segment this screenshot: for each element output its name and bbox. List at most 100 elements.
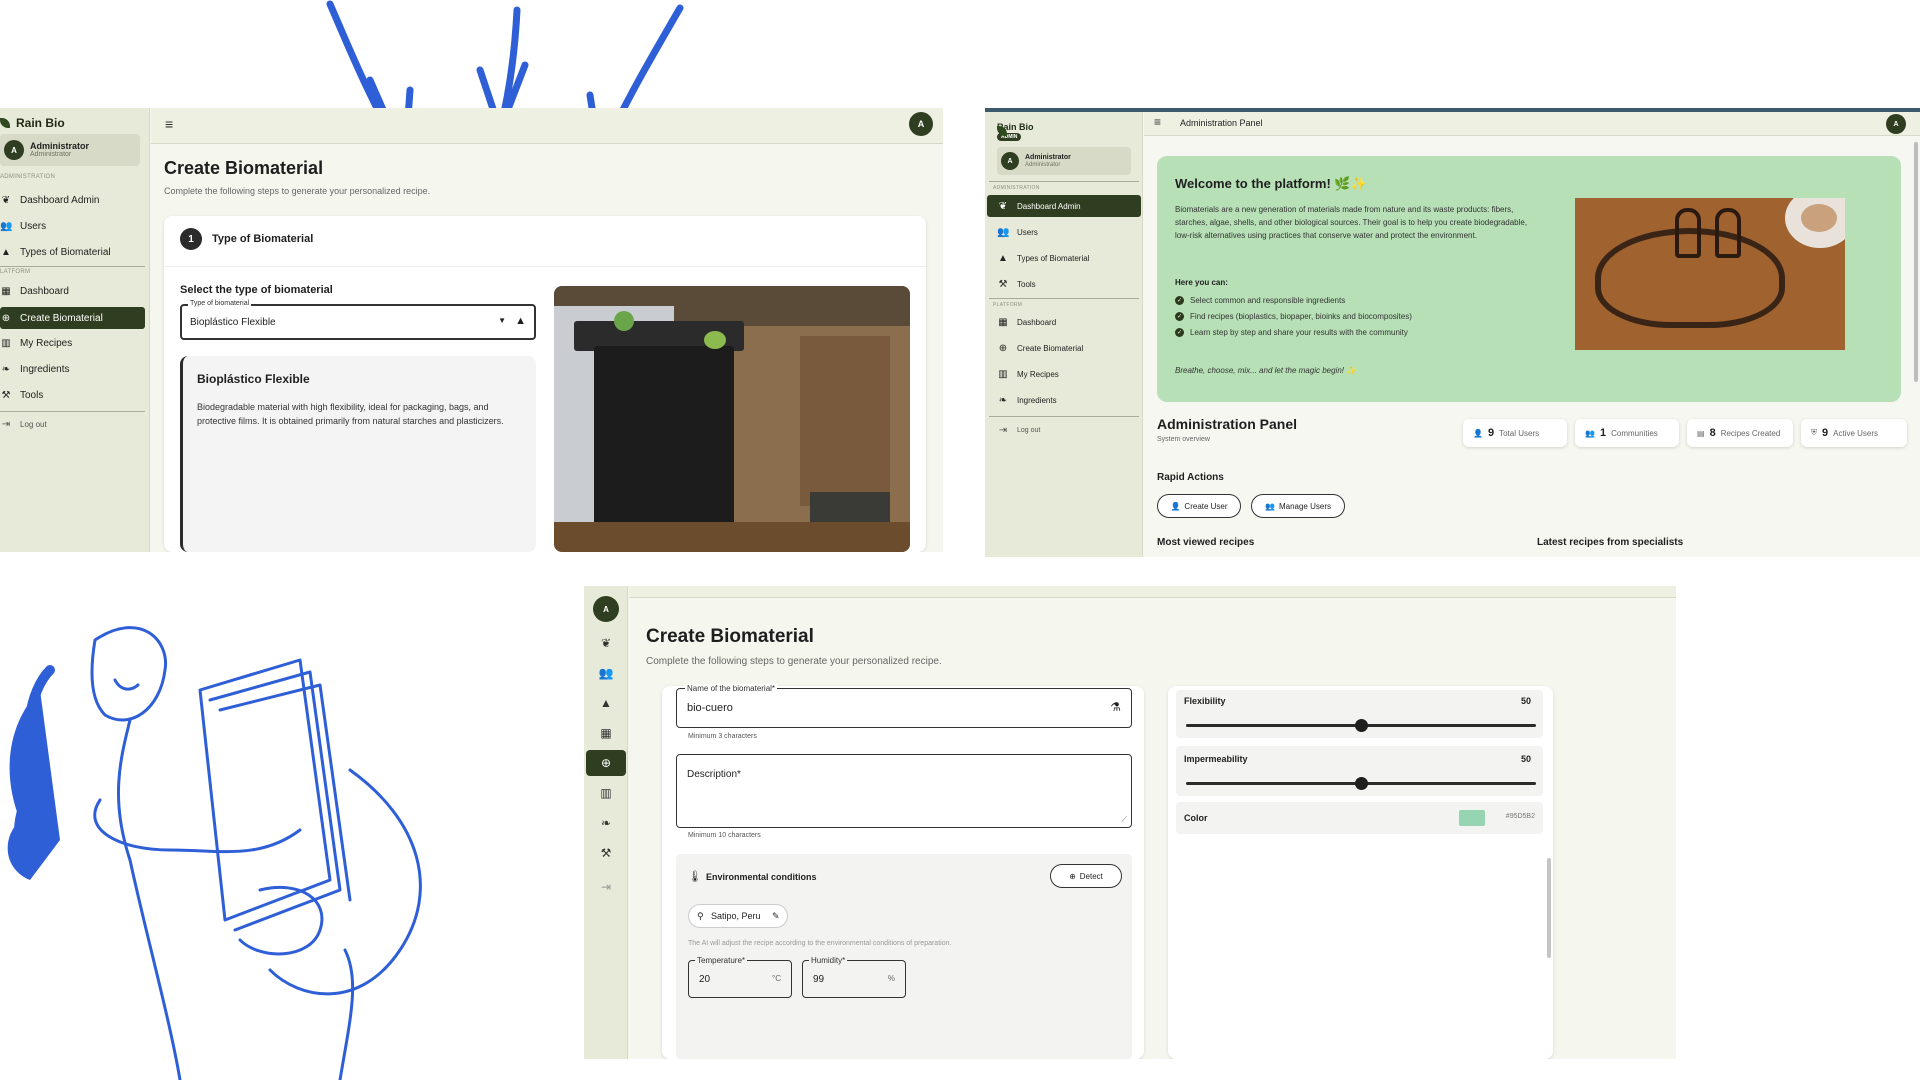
scrollbar[interactable] <box>1547 858 1551 958</box>
nav-logout[interactable]: ⇥ Log out <box>987 422 1141 438</box>
person-icon: 👤 <box>1473 428 1483 438</box>
detect-button[interactable]: ⊕ Detect <box>1050 864 1122 888</box>
create-user-button[interactable]: 👤 Create User <box>1157 494 1241 518</box>
nav-dashboard[interactable]: ▦ Dashboard <box>987 312 1141 332</box>
nav-create-biomaterial[interactable]: ⊕ Create Biomaterial <box>0 307 145 329</box>
dashboard-icon[interactable]: ▦ <box>584 726 628 740</box>
nav-ingredients[interactable]: ❧ Ingredients <box>987 390 1141 410</box>
section-platform: LATFORM <box>0 269 31 275</box>
nav-label: Types of Biomaterial <box>1017 253 1090 263</box>
nav-users[interactable]: 👥 Users <box>987 222 1141 242</box>
check-icon: ✓ <box>1175 296 1184 305</box>
shield-icon: ⛨ <box>1811 428 1817 437</box>
divider <box>0 266 145 267</box>
eco-icon[interactable]: ❦ <box>584 636 628 650</box>
nav-label: Tools <box>1017 279 1036 289</box>
stat-communities: 👥 1 Communities <box>1575 419 1679 447</box>
nav-my-recipes[interactable]: ▥ My Recipes <box>0 333 145 353</box>
scrollbar[interactable] <box>1914 142 1918 382</box>
temperature-field[interactable]: Temperature* 20 °C <box>688 956 792 998</box>
nav-label: Dashboard <box>20 285 69 297</box>
biomaterial-lace-photo <box>1575 198 1845 350</box>
logout-icon[interactable]: ⇥ <box>584 880 628 894</box>
description-hint: Minimum 10 characters <box>688 832 761 839</box>
admin-panel-screenshot: Rain Bio ADMIN A Administrator Administr… <box>985 108 1920 557</box>
nav-users[interactable]: 👥 Users <box>0 216 145 236</box>
avatar[interactable]: A <box>593 596 619 622</box>
topbar-title: Administration Panel <box>1180 118 1263 128</box>
nav-label: Ingredients <box>1017 395 1057 405</box>
shapes-icon: ▲ <box>515 315 526 327</box>
avatar[interactable]: A <box>1886 114 1906 134</box>
avatar[interactable]: A <box>909 112 933 136</box>
user-profile[interactable]: A Administrator Administrator <box>0 134 140 166</box>
most-viewed-title: Most viewed recipes <box>1157 537 1255 548</box>
leaf-icon[interactable]: ❧ <box>584 816 628 830</box>
location-chip[interactable]: ⚲ Satipo, Peru ✎ <box>688 904 788 928</box>
nav-tools[interactable]: ⚒ Tools <box>0 385 145 405</box>
logout-label: Log out <box>1017 426 1041 434</box>
book-icon[interactable]: ▥ <box>584 786 628 800</box>
book-icon: ▥ <box>1 337 11 349</box>
avatar: A <box>4 140 24 160</box>
resize-handle-icon[interactable]: ⟋ <box>1121 815 1127 825</box>
menu-icon[interactable]: ≡ <box>1154 115 1161 129</box>
biomaterial-type-select[interactable]: Type of biomaterial Bioplástico Flexible… <box>180 300 536 340</box>
name-field[interactable]: Name of the biomaterial* bio-cuero ⚗ <box>676 684 1132 728</box>
color-row: Color #95D5B2 <box>1176 802 1543 834</box>
section-administration: ADMINISTRATION <box>0 174 56 180</box>
nav-logout[interactable]: ⇥ Log out <box>0 416 145 432</box>
logout-icon: ⇥ <box>998 424 1008 436</box>
select-label: Type of biomaterial <box>188 300 252 307</box>
edit-icon[interactable]: ✎ <box>772 905 780 927</box>
nav-ingredients[interactable]: ❧ Ingredients <box>0 359 145 379</box>
environment-panel: 🌡 Environmental conditions ⊕ Detect ⚲ Sat… <box>676 854 1132 1059</box>
biomaterial-photo <box>554 286 910 552</box>
info-panel: Bioplástico Flexible Biodegradable mater… <box>180 356 536 552</box>
profile-role: Administrator <box>1025 161 1061 168</box>
topbar: ≡ Administration Panel A <box>1144 112 1920 136</box>
brand: Rain Bio <box>0 116 65 130</box>
collapsed-sidebar: A ❦ 👥 ▲ ▦ ⊕ ▥ ❧ ⚒ ⇥ <box>584 586 628 1059</box>
list-item: ✓ Select common and responsible ingredien… <box>1175 296 1346 305</box>
name-value: bio-cuero <box>687 702 733 714</box>
user-profile[interactable]: A Administrator Administrator <box>997 147 1131 175</box>
nav-tools[interactable]: ⚒ Tools <box>987 274 1141 294</box>
users-icon[interactable]: 👥 <box>584 666 628 680</box>
rapid-actions-title: Rapid Actions <box>1157 472 1224 483</box>
nav-dashboard-admin[interactable]: ❦ Dashboard Admin <box>987 195 1141 217</box>
description-label: Description* <box>687 769 741 780</box>
nav-types[interactable]: ▲ Types of Biomaterial <box>0 242 145 262</box>
dashboard-icon: ▦ <box>1 285 11 297</box>
category-icon[interactable]: ▲ <box>584 696 628 710</box>
nav-my-recipes[interactable]: ▥ My Recipes <box>987 364 1141 384</box>
slider-knob[interactable] <box>1355 719 1368 732</box>
nav-types[interactable]: ▲ Types of Biomaterial <box>987 248 1141 268</box>
divider <box>164 266 926 267</box>
color-swatch[interactable] <box>1459 810 1485 826</box>
nav-label: Dashboard <box>1017 317 1057 327</box>
temperature-unit: °C <box>772 974 781 983</box>
color-hex: #95D5B2 <box>1505 813 1535 820</box>
slider-knob[interactable] <box>1355 777 1368 790</box>
environment-title: Environmental conditions <box>706 872 817 882</box>
nav-create-biomaterial[interactable]: ⊕ Create Biomaterial <box>987 338 1141 358</box>
add-circle-icon: ⊕ <box>998 342 1008 354</box>
pin-icon: ⚲ <box>697 911 704 921</box>
can-heading: Here you can: <box>1175 278 1228 287</box>
nav-label: Users <box>1017 227 1038 237</box>
flexibility-label: Flexibility <box>1184 696 1226 706</box>
description-field[interactable]: Description* ⟋ <box>676 754 1132 828</box>
users-icon: 👥 <box>997 226 1010 238</box>
tools-icon[interactable]: ⚒ <box>584 846 628 860</box>
page-title: Create Biomaterial <box>646 626 814 647</box>
info-title: Bioplástico Flexible <box>197 372 310 386</box>
group-icon: 👥 <box>1585 428 1595 438</box>
nav-dashboard-admin[interactable]: ❦ Dashboard Admin <box>0 190 145 210</box>
menu-icon[interactable]: ≡ <box>165 116 173 132</box>
add-circle-icon[interactable]: ⊕ <box>586 750 626 776</box>
flask-icon: ⚗ <box>1110 700 1121 714</box>
manage-users-button[interactable]: 👥 Manage Users <box>1251 494 1345 518</box>
humidity-field[interactable]: Humidity* 99 % <box>802 956 906 998</box>
nav-dashboard[interactable]: ▦ Dashboard <box>0 281 145 301</box>
